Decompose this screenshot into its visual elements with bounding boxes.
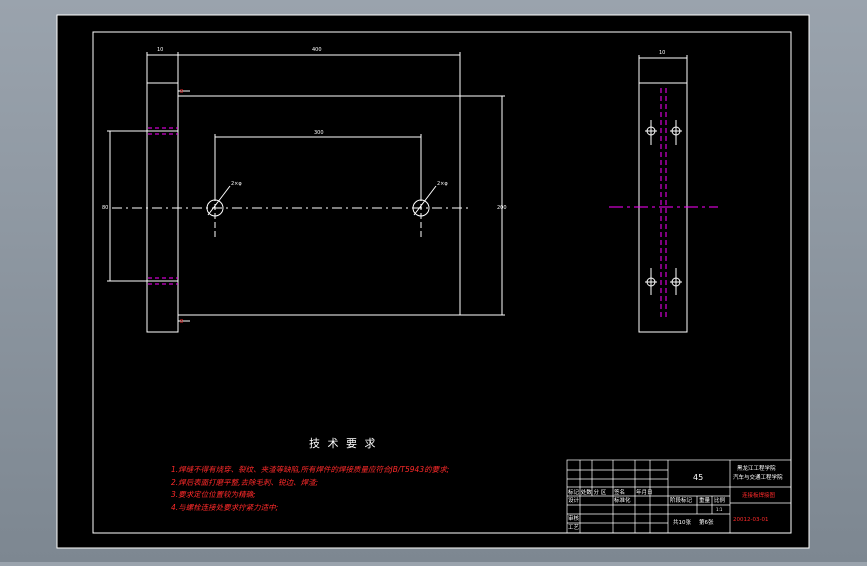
col-date: 年月日 — [636, 488, 653, 496]
stage-mark-header: 阶段标记 — [670, 496, 693, 504]
drawing-canvas: 10 400 300 80 200 2×φ 2×φ 8 8 10 技 术 要 求 — [56, 14, 810, 549]
scale-header: 比例 — [714, 496, 726, 504]
dim-text: 200 — [497, 205, 507, 211]
weight-header: 重量 — [699, 496, 711, 504]
scale-value: 1:1 — [716, 507, 723, 512]
cad-viewport[interactable]: 10 400 300 80 200 2×φ 2×φ 8 8 10 技 术 要 求 — [0, 0, 867, 562]
weld-symbol: 8 — [180, 319, 183, 325]
weld-symbol: 8 — [180, 89, 183, 95]
requirement-item: 4.与螺栓连接处要求拧紧力适中; — [171, 503, 278, 512]
col-sign: 签名 — [614, 488, 625, 496]
marks-header: 标记 处数 分 区 — [568, 488, 607, 496]
hole-callout: 2×φ — [437, 181, 448, 187]
requirement-item: 3.要求定位位置较为精确; — [171, 490, 256, 499]
drawing-number: 20012-03-01 — [733, 517, 768, 523]
dim-text: 80 — [102, 205, 108, 211]
sheet-number: 第6张 — [699, 518, 714, 526]
tech-requirements-title: 技 术 要 求 — [309, 437, 378, 450]
requirement-item: 1.焊缝不得有烧穿、裂纹、夹渣等缺陷,所有焊件的焊接质量应符合JB/T5943的… — [171, 465, 449, 474]
row-standard: 标准化 — [614, 496, 631, 504]
school-line-1: 黑龙江工程学院 — [737, 464, 776, 472]
dim-text: 10 — [157, 47, 163, 53]
row-design: 设计 — [568, 496, 580, 504]
dim-text: 400 — [312, 47, 322, 53]
dim-text: 300 — [314, 130, 324, 136]
quantity: 45 — [693, 473, 703, 482]
requirement-item: 2.焊后表面打磨平整,去除毛刺、锐边、焊渣; — [171, 478, 318, 487]
hole-callout: 2×φ — [231, 181, 242, 187]
row-audit: 审核 — [568, 514, 580, 522]
school-line-2: 汽车与交通工程学院 — [733, 473, 783, 481]
sheets-total: 共10张 — [673, 518, 691, 526]
part-name: 连接板焊接图 — [742, 491, 776, 499]
row-process: 工艺 — [568, 524, 580, 531]
dim-text: 10 — [659, 50, 665, 56]
